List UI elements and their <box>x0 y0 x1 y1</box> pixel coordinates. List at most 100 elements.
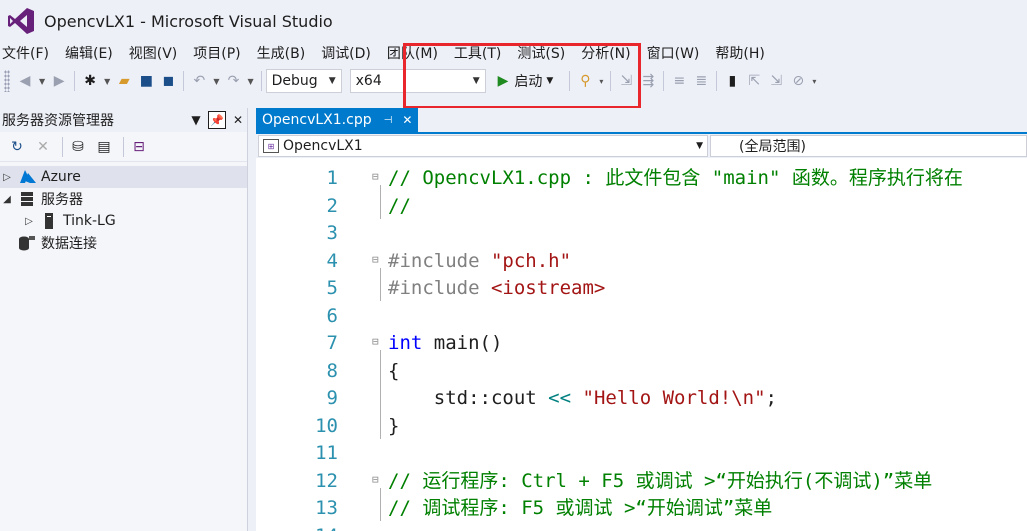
code-line[interactable]: 12 ⊟ // 运行程序: Ctrl + F5 或调试 >“开始执行(不调试)”菜单 <box>256 468 1027 495</box>
menu-edit[interactable]: 编辑(E) <box>57 43 121 63</box>
fold-toggle-icon[interactable]: ⊟ <box>372 163 379 190</box>
close-tab-icon[interactable]: ✕ <box>402 113 412 127</box>
menu-file[interactable]: 文件(F) <box>0 43 57 63</box>
tree-item-tink-lg[interactable]: ▷ Tink-LG <box>0 210 247 232</box>
tab-opencvlx1-cpp[interactable]: OpencvLX1.cpp ⊣ ✕ <box>256 108 419 132</box>
code-token: } <box>388 414 400 437</box>
servers-icon <box>18 191 36 207</box>
connect-database-icon[interactable]: ⛁ <box>67 136 89 158</box>
code-line[interactable]: 7 ⊟ int main() <box>256 330 1027 357</box>
tree-item-data-connections[interactable]: 数据连接 <box>0 232 247 254</box>
connect-server-icon[interactable]: ▤ <box>93 136 115 158</box>
code-line[interactable]: 3 <box>256 220 1027 247</box>
window-position-dropdown-icon[interactable]: ▼ <box>187 111 205 129</box>
find-in-files-icon[interactable]: ⚲ <box>574 70 596 92</box>
menu-test[interactable]: 测试(S) <box>509 43 573 63</box>
code-line[interactable]: 5 #include <iostream> <box>256 275 1027 302</box>
fold-toggle-icon[interactable]: ⊟ <box>372 466 379 493</box>
fold-toggle-icon[interactable]: ⊟ <box>372 328 379 355</box>
clear-bookmarks-icon[interactable]: ⊘ <box>787 70 809 92</box>
code-line[interactable]: 4 ⊟ #include "pch.h" <box>256 248 1027 275</box>
project-nav-select[interactable]: ⊞ OpencvLX1 ▼ <box>258 135 708 157</box>
line-number: 3 <box>326 222 338 244</box>
previous-bookmark-icon[interactable]: ⇱ <box>743 70 765 92</box>
fold-guide-line <box>380 185 381 219</box>
fold-guide-line <box>380 487 381 521</box>
code-token: #include <box>388 249 491 272</box>
scope-nav-select[interactable]: (全局范围) <box>710 135 1027 157</box>
code-editor: OpencvLX1.cpp ⊣ ✕ ⊞ OpencvLX1 ▼ (全局范围) 1… <box>256 108 1027 531</box>
code-text: // <box>388 193 411 220</box>
open-file-icon[interactable]: ▰ <box>113 70 135 92</box>
start-debugging-button[interactable]: ▶ 启动 ▼ <box>492 69 560 93</box>
toolbar-overflow-icon[interactable]: ▾ <box>599 77 603 86</box>
tree-item-servers[interactable]: ◢ 服务器 <box>0 188 247 210</box>
next-bookmark-icon[interactable]: ⇲ <box>765 70 787 92</box>
collapse-arrow-icon[interactable]: ◢ <box>0 194 14 205</box>
tree-item-azure[interactable]: ▷ Azure <box>0 166 247 188</box>
uncomment-lines-icon[interactable]: ≣ <box>690 70 712 92</box>
expand-arrow-icon[interactable]: ▷ <box>0 172 14 183</box>
code-line[interactable]: 10} <box>256 413 1027 440</box>
bookmark-icon[interactable]: ▮ <box>721 70 743 92</box>
step-over-icon[interactable]: ⇶ <box>637 70 659 92</box>
pin-icon[interactable]: 📌 <box>208 111 226 129</box>
solution-configuration-select[interactable]: Debug ▼ <box>265 69 342 93</box>
expand-arrow-icon[interactable]: ▷ <box>22 216 36 227</box>
menu-debug[interactable]: 调试(D) <box>313 43 379 63</box>
step-into-icon[interactable]: ⇲ <box>615 70 637 92</box>
comment-lines-icon[interactable]: ≡ <box>668 70 690 92</box>
fold-toggle-icon[interactable]: ⊟ <box>372 246 379 273</box>
code-line[interactable]: 9 std::cout << "Hello World!\n"; <box>256 385 1027 412</box>
code-text-area[interactable]: 1 ⊟ // OpencvLX1.cpp : 此文件包含 "main" 函数。程序执… <box>256 160 1027 531</box>
azure-icon <box>18 169 36 185</box>
code-text: { <box>388 358 399 385</box>
navigation-bar: ⊞ OpencvLX1 ▼ (全局范围) <box>256 132 1027 158</box>
menu-tools[interactable]: 工具(T) <box>446 43 509 63</box>
new-project-icon[interactable]: ✱ <box>79 70 101 92</box>
code-line[interactable]: 13 // 调试程序: F5 或调试 >“开始调试”菜单 <box>256 495 1027 522</box>
code-line[interactable]: 2 // <box>256 193 1027 220</box>
menu-team[interactable]: 团队(M) <box>379 43 446 63</box>
new-project-dropdown-icon[interactable]: ▼ <box>104 77 110 86</box>
code-line[interactable]: 11 <box>256 440 1027 467</box>
menu-window[interactable]: 窗口(W) <box>639 43 708 63</box>
close-icon[interactable]: ✕ <box>229 111 247 129</box>
undo-dropdown-icon[interactable]: ▼ <box>213 77 219 86</box>
code-token: ; <box>765 387 777 409</box>
undo-icon[interactable]: ↶ <box>188 70 210 92</box>
fold-guide-line <box>380 350 381 439</box>
redo-dropdown-icon[interactable]: ▼ <box>247 77 253 86</box>
code-token: // OpencvLX1.cpp : 此文件包含 "main" 函数。程序执行将… <box>388 167 963 189</box>
redo-icon[interactable]: ↷ <box>222 70 244 92</box>
code-line[interactable]: 14 <box>256 523 1027 531</box>
connect-azure-icon[interactable]: ⊟ <box>128 136 150 158</box>
solution-platform-select[interactable]: x64 ▼ <box>349 69 486 93</box>
toolbar-separator <box>74 71 76 91</box>
line-number: 12 <box>315 469 338 492</box>
menu-analyze[interactable]: 分析(N) <box>573 43 638 63</box>
code-token: <iostream> <box>490 277 606 299</box>
stop-icon[interactable]: ✕ <box>32 136 54 158</box>
forward-icon[interactable]: ▶ <box>48 70 70 92</box>
menu-project[interactable]: 项目(P) <box>185 43 248 63</box>
toolbar-separator <box>569 71 571 91</box>
toolbar-grip[interactable] <box>4 70 10 92</box>
pin-tab-icon[interactable]: ⊣ <box>384 115 393 126</box>
back-icon[interactable]: ◀ <box>14 70 36 92</box>
toolbar-separator <box>260 71 262 91</box>
code-line[interactable]: 6 <box>256 303 1027 330</box>
code-line[interactable]: 8{ <box>256 358 1027 385</box>
refresh-icon[interactable]: ↻ <box>6 136 28 158</box>
code-token: "Hello World!\n" <box>582 387 766 409</box>
back-dropdown-icon[interactable]: ▼ <box>39 77 45 86</box>
code-line[interactable]: 1 ⊟ // OpencvLX1.cpp : 此文件包含 "main" 函数。程序执… <box>256 165 1027 192</box>
save-all-icon[interactable]: ◼ <box>157 70 179 92</box>
menu-build[interactable]: 生成(B) <box>249 43 314 63</box>
menu-help[interactable]: 帮助(H) <box>707 43 772 63</box>
save-icon[interactable]: ■ <box>135 70 157 92</box>
toolbar-overflow-icon[interactable]: ▾ <box>812 77 816 86</box>
code-text: // OpencvLX1.cpp : 此文件包含 "main" 函数。程序执行将… <box>388 165 963 192</box>
window-title: OpencvLX1 - Microsoft Visual Studio <box>44 11 333 31</box>
menu-view[interactable]: 视图(V) <box>121 43 186 63</box>
